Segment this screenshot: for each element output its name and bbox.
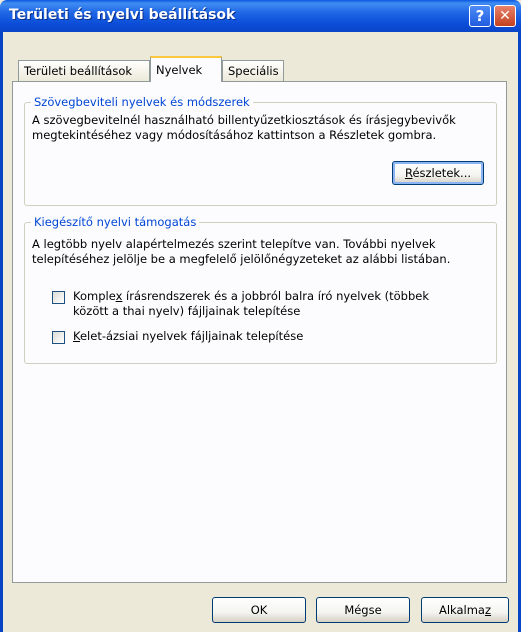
supplemental-language-group: Kiegészítő nyelvi támogatás A legtöbb ny… [24, 215, 497, 364]
east-asian-label-mnemonic: K [73, 329, 80, 343]
details-button[interactable]: Részletek... [392, 161, 484, 185]
title-bar[interactable]: Területi és nyelvi beállítások ? ✕ [0, 0, 521, 32]
cancel-button[interactable]: Mégse [316, 597, 410, 623]
complex-scripts-label[interactable]: Komplex írásrendszerek és a jobbról balr… [73, 289, 429, 319]
tab-advanced-label: Speciális [228, 64, 279, 78]
window-frame-left [0, 32, 3, 632]
text-services-description: A szövegbevitelnél használható billentyű… [32, 113, 456, 143]
east-asian-label-rest: elet-ázsiai nyelvek fájljainak telepítés… [79, 329, 304, 343]
east-asian-label[interactable]: Kelet-ázsiai nyelvek fájljainak telepíté… [73, 329, 303, 344]
apply-button-label: Alkalma [438, 603, 485, 617]
tab-advanced[interactable]: Speciális [222, 60, 284, 81]
tab-languages[interactable]: Nyelvek [150, 56, 222, 82]
details-button-label: észletek... [412, 166, 472, 180]
supplemental-description-line2: telepítéséhez jelölje be a megfelelő jel… [32, 252, 451, 266]
tab-regional-options-label: Területi beállítások [24, 64, 133, 78]
complex-scripts-label-pre: Komple [73, 289, 116, 303]
window-title: Területi és nyelvi beállítások [9, 7, 236, 23]
apply-button[interactable]: Alkalmaz [421, 597, 509, 623]
close-icon[interactable]: ✕ [494, 5, 516, 27]
supplemental-language-legend: Kiegészítő nyelvi támogatás [31, 215, 200, 229]
text-services-description-line1: A szövegbevitelnél használható billentyű… [32, 113, 456, 127]
complex-scripts-checkbox[interactable] [52, 291, 65, 304]
text-services-description-line2: megtekintéséhez vagy módosításához katti… [32, 128, 437, 142]
apply-button-mnemonic: z [484, 603, 492, 617]
ok-button[interactable]: OK [212, 597, 306, 623]
complex-scripts-label-line2: között a thai nyelv) fájljainak telepíté… [73, 304, 301, 318]
text-services-group: Szövegbeviteli nyelvek és módszerek A sz… [24, 95, 497, 206]
text-services-legend: Szövegbeviteli nyelvek és módszerek [31, 95, 253, 109]
tab-panel-languages: Szövegbeviteli nyelvek és módszerek A sz… [12, 81, 507, 583]
tab-regional-options[interactable]: Területi beállítások [18, 60, 150, 81]
east-asian-checkbox[interactable] [52, 331, 65, 344]
complex-scripts-label-post: írásrendszerek és a jobbról balra író ny… [122, 289, 429, 303]
supplemental-description-line1: A legtöbb nyelv alapértelmezés szerint t… [32, 237, 436, 251]
help-icon[interactable]: ? [469, 5, 491, 27]
tab-languages-label: Nyelvek [156, 63, 203, 77]
supplemental-description: A legtöbb nyelv alapértelmezés szerint t… [32, 237, 450, 267]
